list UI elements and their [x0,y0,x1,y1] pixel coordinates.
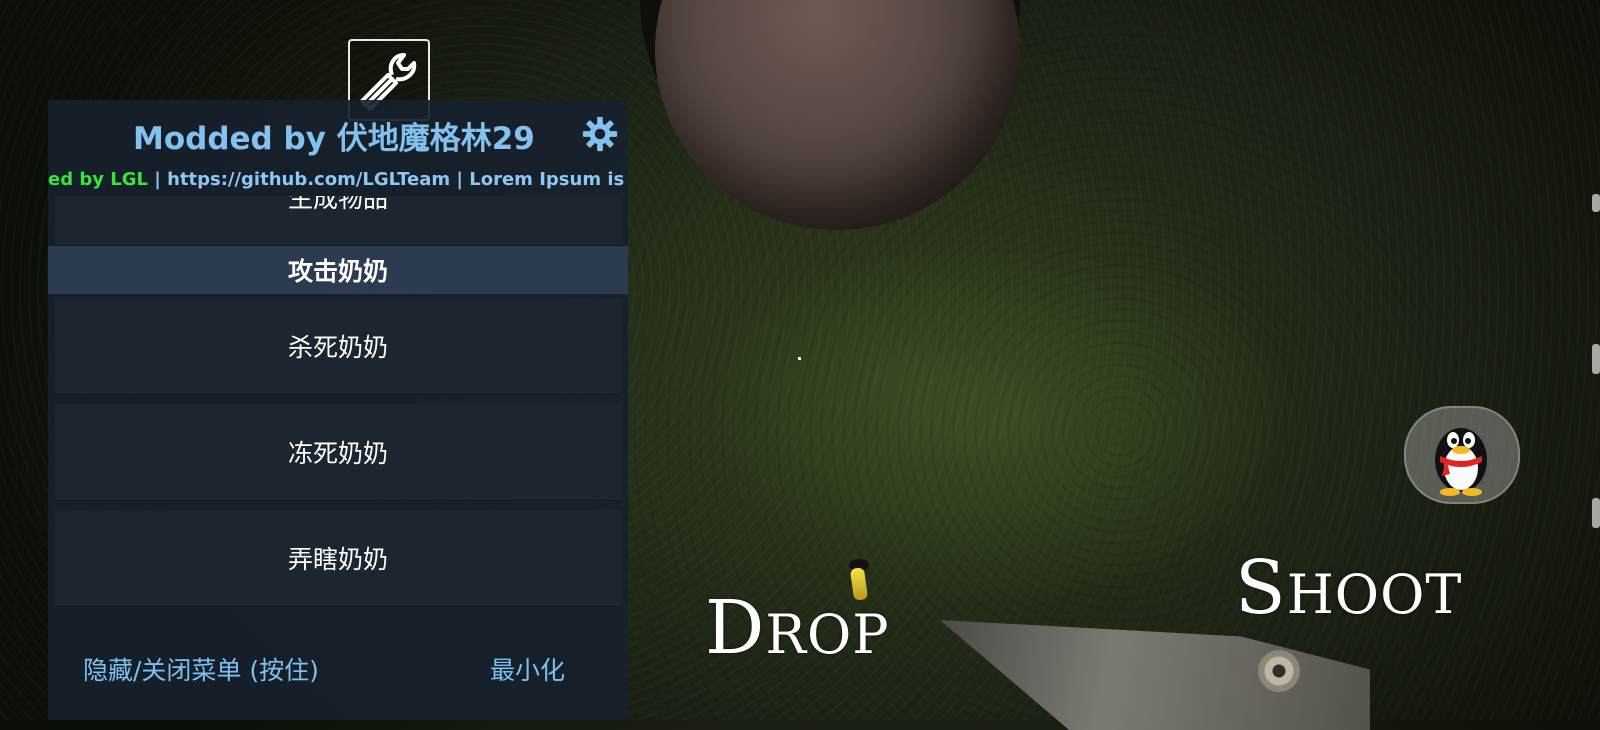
credits-marquee: ed by LGL | https://github.com/LGLTeam |… [48,169,628,193]
section-header-label: 攻击奶奶 [287,257,388,286]
qq-float-button[interactable] [1404,406,1520,504]
menu-item-spawn-items[interactable]: 生成物品 [55,196,621,246]
drop-button[interactable]: DROP [705,585,890,671]
hide-close-menu-button[interactable]: 隐藏/关闭菜单 (按住) [83,651,319,687]
shoot-button[interactable]: SHOOT [1235,545,1462,631]
menu-item-label: 杀死奶奶 [287,333,388,362]
edge-indicator [1592,498,1600,528]
crosshair-dot [798,357,801,360]
drop-button-first-letter: D [705,585,766,671]
mod-menu: Modded by 伏地魔格林29 ed by LGL | https://gi… [48,100,628,720]
penguin-icon [1435,428,1487,496]
menu-item-kill-granny[interactable]: 杀死奶奶 [55,298,621,395]
menu-item-label: 冻死奶奶 [287,439,388,468]
shoot-button-rest: HOOT [1286,563,1463,626]
mod-menu-list[interactable]: 生成物品 攻击奶奶 杀死奶奶 冻死奶奶 弄瞎奶奶 [48,196,628,720]
shoot-button-first-letter: S [1235,545,1287,631]
menu-item-label: 弄瞎奶奶 [287,545,388,574]
minimize-button[interactable]: 最小化 [490,651,565,687]
section-header-attack-granny: 攻击奶奶 [48,246,628,294]
drop-button-rest: ROP [765,603,890,666]
edge-indicator [1592,194,1600,212]
marquee-green-text: ed by LGL [48,169,148,190]
menu-item-blind-granny[interactable]: 弄瞎奶奶 [55,510,621,607]
edge-indicator [1592,344,1600,374]
menu-item-freeze-granny[interactable]: 冻死奶奶 [55,404,621,501]
menu-item-label: 生成物品 [287,196,388,213]
mod-menu-title: Modded by 伏地魔格林29 [133,121,535,157]
bolt [1258,650,1300,692]
marquee-blue-text: | https://github.com/LGLTeam | Lorem Ips… [154,169,628,190]
gear-icon[interactable] [581,115,619,153]
